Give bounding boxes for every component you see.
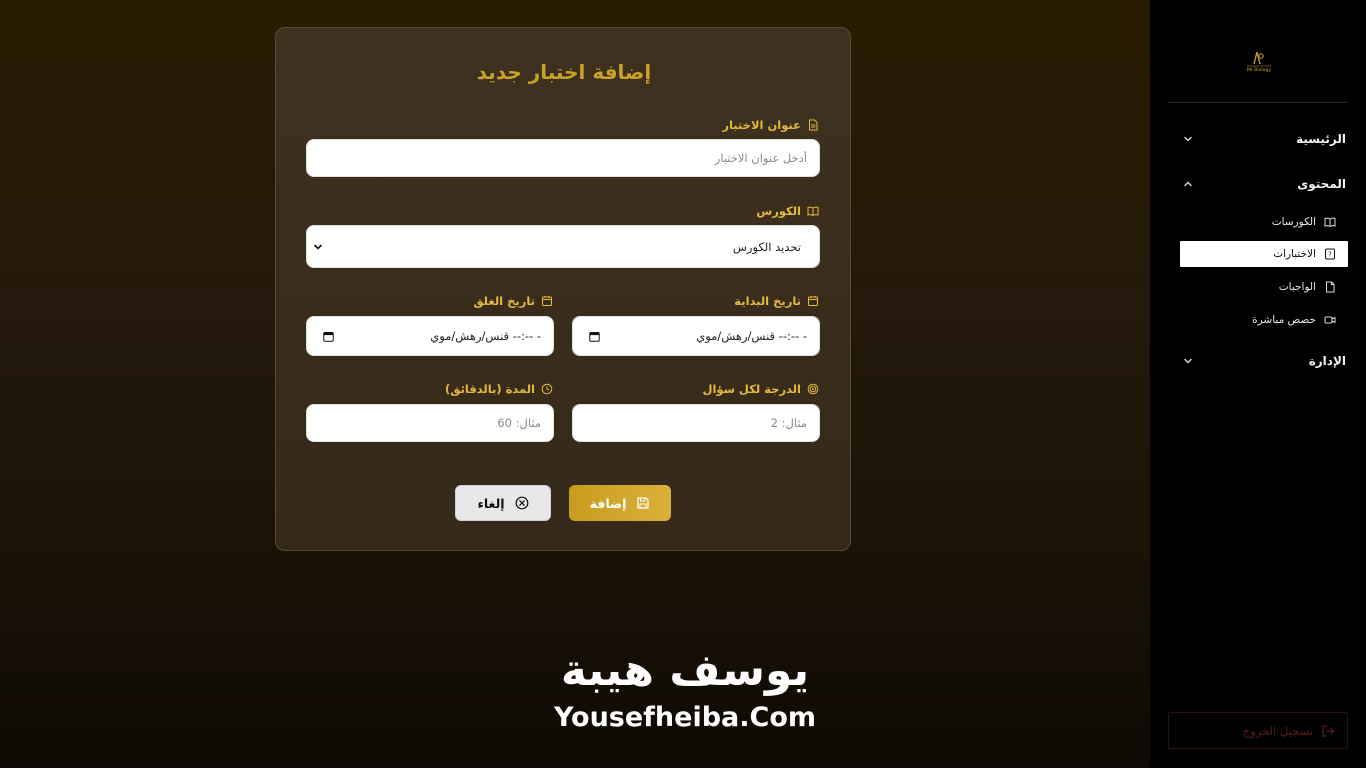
sidebar-section-label: الإدارة	[1308, 354, 1346, 368]
label-text: تاريخ الغلق	[473, 294, 535, 308]
course-select-value: تحديد الكورس	[732, 239, 801, 254]
book-open-icon	[1324, 216, 1336, 228]
exam-title-label: عنوان الاختبار	[722, 117, 819, 133]
course-select[interactable]: تحديد الكورس	[306, 225, 820, 268]
calendar-picker-icon[interactable]	[323, 331, 334, 342]
sidebar-item-label: الاختبارات	[1273, 248, 1316, 260]
label-text: المدة (بالدقائق)	[444, 382, 535, 396]
label-text: تاريخ البداية	[734, 294, 801, 308]
svg-text:?: ?	[1328, 251, 1332, 259]
quiz-icon: ?	[1324, 248, 1336, 260]
sidebar-section-content[interactable]: المحتوى	[1168, 172, 1348, 196]
chevron-up-icon	[1182, 178, 1194, 190]
chevron-down-icon	[1182, 355, 1194, 367]
add-exam-card: إضافة اختبار جديد عنوان الاختبار الكورس …	[275, 27, 851, 551]
logout-icon	[1321, 724, 1335, 738]
start-date-label: تاريخ البداية	[734, 293, 819, 309]
duration-input[interactable]	[306, 404, 554, 442]
course-label: الكورس	[756, 203, 819, 219]
add-button[interactable]: إضافة	[569, 485, 671, 521]
logout-button[interactable]: تسجيل الخروج	[1168, 712, 1348, 749]
save-icon	[636, 496, 650, 510]
sidebar-item-assignments[interactable]: الواجبات	[1180, 274, 1348, 300]
clock-icon	[541, 383, 553, 395]
logo[interactable]: Mr Biology	[1245, 46, 1273, 74]
file-icon	[1324, 281, 1336, 293]
exam-title-input[interactable]	[306, 139, 820, 177]
sidebar-divider	[1168, 102, 1348, 103]
chevron-down-icon	[1182, 133, 1194, 145]
label-text: الكورس	[756, 204, 801, 218]
video-icon	[1324, 314, 1336, 326]
book-open-icon	[807, 205, 819, 217]
sidebar-item-live-sessions[interactable]: حصص مباشرة	[1180, 307, 1348, 333]
watermark-arabic: يوسف هيبة	[560, 645, 810, 696]
calendar-icon	[541, 295, 553, 307]
cancel-button-label: إلغاء	[477, 495, 505, 511]
add-button-label: إضافة	[589, 495, 627, 511]
start-date-input[interactable]: قنس/رهش/موي --:-- -	[572, 316, 820, 356]
logo-text: Mr Biology	[1247, 67, 1272, 73]
duration-label: المدة (بالدقائق)	[445, 381, 553, 397]
document-icon	[807, 119, 819, 131]
sidebar-item-label: حصص مباشرة	[1252, 314, 1316, 326]
sidebar-section-home[interactable]: الرئيسية	[1168, 127, 1348, 151]
label-text: عنوان الاختبار	[722, 118, 801, 132]
end-date-value: قنس/رهش/موي --:-- -	[430, 329, 541, 343]
watermark-english: Yousefheiba.Com	[553, 702, 817, 733]
chevron-down-icon	[313, 242, 323, 252]
sidebar-section-label: المحتوى	[1297, 177, 1346, 191]
sidebar: Mr Biology الرئيسية المحتوى الكورسات ? ا…	[1150, 0, 1366, 768]
end-date-label: تاريخ الغلق	[473, 293, 553, 309]
start-date-value: قنس/رهش/موي --:-- -	[696, 329, 807, 343]
sidebar-item-courses[interactable]: الكورسات	[1180, 209, 1348, 235]
grade-label: الدرجة لكل سؤال	[702, 381, 819, 397]
sidebar-section-admin[interactable]: الإدارة	[1168, 349, 1348, 373]
close-circle-icon	[515, 496, 529, 510]
cancel-button[interactable]: إلغاء	[455, 485, 551, 521]
end-date-input[interactable]: قنس/رهش/موي --:-- -	[306, 316, 554, 356]
page-title: إضافة اختبار جديد	[476, 60, 652, 84]
sidebar-item-label: الواجبات	[1278, 281, 1316, 293]
calendar-picker-icon[interactable]	[589, 331, 600, 342]
sidebar-item-label: الكورسات	[1271, 216, 1316, 228]
grade-input[interactable]	[572, 404, 820, 442]
sidebar-section-label: الرئيسية	[1296, 132, 1346, 146]
label-text: الدرجة لكل سؤال	[702, 382, 801, 396]
calendar-icon	[807, 295, 819, 307]
sidebar-item-exams[interactable]: ? الاختبارات	[1180, 241, 1348, 267]
logout-label: تسجيل الخروج	[1242, 723, 1313, 738]
target-icon	[807, 383, 819, 395]
